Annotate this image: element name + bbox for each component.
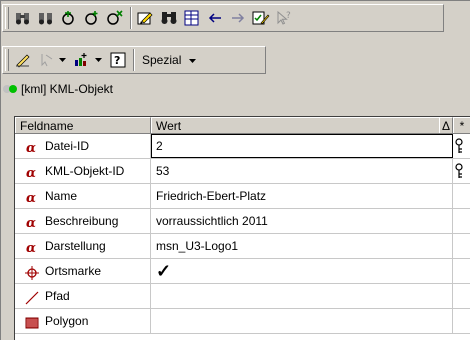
- form-grid-icon[interactable]: [181, 7, 203, 29]
- table-row[interactable]: Polygon: [15, 309, 470, 334]
- spezial-label: Spezial: [142, 53, 182, 67]
- alpha-icon: α: [25, 239, 39, 256]
- edit-document-icon[interactable]: [135, 7, 157, 29]
- field-name-cell: α Datei-ID: [15, 134, 151, 158]
- field-value-cell[interactable]: Friedrich-Ebert-Platz: [151, 184, 453, 208]
- help-cursor-icon[interactable]: ?: [273, 7, 295, 29]
- field-extra-cell: [453, 309, 470, 333]
- binoculars-small-icon[interactable]: [12, 7, 34, 29]
- crosshair-icon: [25, 264, 39, 280]
- chevron-down-icon[interactable]: [58, 49, 68, 71]
- alpha-icon: α: [25, 214, 39, 231]
- field-extra-cell: [453, 234, 470, 258]
- field-name-cell: Polygon: [15, 309, 151, 333]
- spezial-menu-button[interactable]: Spezial: [138, 49, 201, 71]
- field-value: msn_U3-Logo1: [156, 239, 239, 253]
- svg-text:α: α: [26, 191, 36, 205]
- table-row[interactable]: α KML-Objekt-ID 53: [15, 159, 470, 184]
- field-value-cell[interactable]: msn_U3-Logo1: [151, 234, 453, 258]
- status-dot-green-icon: [9, 85, 17, 93]
- svg-text:α: α: [26, 241, 36, 255]
- binoculars-small-icon-2[interactable]: [35, 7, 57, 29]
- chevron-down-icon-2[interactable]: [94, 49, 104, 71]
- column-header-star[interactable]: *: [453, 117, 470, 133]
- line-icon: [25, 289, 39, 305]
- object-title: [kml] KML-Objekt: [21, 82, 114, 96]
- grid-header: Feldname Wert Δ *: [15, 117, 470, 134]
- field-extra-cell: [453, 134, 470, 158]
- field-name-cell: α Name: [15, 184, 151, 208]
- field-extra-cell: [453, 209, 470, 233]
- field-name-cell: α KML-Objekt-ID: [15, 159, 151, 183]
- field-extra-cell: [453, 259, 470, 283]
- polygon-icon: [25, 314, 39, 329]
- field-name-cell: α Darstellung: [15, 234, 151, 258]
- toolbar-separator: [130, 7, 132, 29]
- field-value-cell[interactable]: 53: [151, 159, 453, 183]
- cursor-disabled-icon[interactable]: [35, 49, 57, 71]
- field-value-cell[interactable]: ✓: [151, 259, 453, 283]
- svg-text:?: ?: [114, 54, 120, 67]
- column-header-wert[interactable]: Wert: [151, 117, 453, 133]
- property-grid: Feldname Wert Δ * α Datei-ID 2 α KML-Objekt-…: [14, 116, 470, 340]
- field-name-label: Darstellung: [45, 239, 106, 253]
- svg-text:?: ?: [286, 11, 291, 21]
- field-extra-cell: [453, 159, 470, 183]
- alpha-icon: α: [25, 139, 39, 156]
- field-name-cell: Pfad: [15, 284, 151, 308]
- checkmark-value: ✓: [156, 261, 172, 281]
- column-header-delta[interactable]: Δ: [439, 117, 453, 133]
- field-value-cell[interactable]: 2: [151, 134, 453, 158]
- toolbar-separator-2: [133, 49, 135, 71]
- table-row[interactable]: α Datei-ID 2: [15, 134, 470, 159]
- svg-text:α: α: [26, 216, 36, 230]
- field-extra-cell: [453, 184, 470, 208]
- binoculars-icon[interactable]: [158, 7, 180, 29]
- help-question-icon[interactable]: ?: [107, 49, 129, 71]
- key-icon: [453, 138, 465, 157]
- table-row[interactable]: Ortsmarke ✓: [15, 259, 470, 284]
- alpha-icon: α: [25, 164, 39, 181]
- field-value: vorraussichtlich 2011: [156, 214, 268, 228]
- field-name-label: Datei-ID: [45, 139, 90, 153]
- table-row[interactable]: α Name Friedrich-Ebert-Platz: [15, 184, 470, 209]
- insert-chart-icon[interactable]: [71, 49, 93, 71]
- field-value-cell[interactable]: [151, 309, 453, 333]
- column-header-feldname[interactable]: Feldname: [15, 117, 151, 133]
- arrow-right-icon[interactable]: [227, 7, 249, 29]
- connector-add-icon[interactable]: [81, 7, 103, 29]
- field-name-label: Beschreibung: [45, 214, 119, 228]
- alpha-icon: α: [25, 189, 39, 206]
- field-name-label: Ortsmarke: [45, 264, 102, 278]
- table-row[interactable]: α Beschreibung vorraussichtlich 2011: [15, 209, 470, 234]
- object-header: [kml] KML-Objekt: [3, 81, 113, 97]
- field-value-cell[interactable]: vorraussichtlich 2011: [151, 209, 453, 233]
- field-value-cell[interactable]: [151, 284, 453, 308]
- main-toolbar: ?: [2, 4, 444, 32]
- chevron-down-icon-3: [189, 53, 197, 67]
- svg-text:α: α: [26, 141, 36, 155]
- field-name-cell: α Beschreibung: [15, 209, 151, 233]
- field-name-label: Polygon: [45, 314, 89, 328]
- svg-text:α: α: [26, 166, 36, 180]
- field-value: Friedrich-Ebert-Platz: [156, 189, 267, 203]
- connector-icon[interactable]: [58, 7, 80, 29]
- field-name-label: Pfad: [45, 289, 70, 303]
- arrow-left-icon[interactable]: [204, 7, 226, 29]
- connector-delete-icon[interactable]: [104, 7, 126, 29]
- key-icon: [453, 163, 465, 182]
- table-row[interactable]: α Darstellung msn_U3-Logo1: [15, 234, 470, 259]
- field-value: 53: [156, 164, 170, 178]
- toolbar-grip-2[interactable]: [5, 49, 9, 71]
- table-row[interactable]: Pfad: [15, 284, 470, 309]
- field-value: 2: [156, 139, 163, 153]
- field-extra-cell: [453, 284, 470, 308]
- checklist-pencil-icon[interactable]: [250, 7, 272, 29]
- pencil-icon[interactable]: [12, 49, 34, 71]
- secondary-toolbar: ? Spezial: [2, 46, 266, 74]
- field-name-label: Name: [45, 189, 78, 203]
- field-name-label: KML-Objekt-ID: [45, 164, 125, 178]
- field-name-cell: Ortsmarke: [15, 259, 151, 283]
- toolbar-grip[interactable]: [5, 7, 9, 29]
